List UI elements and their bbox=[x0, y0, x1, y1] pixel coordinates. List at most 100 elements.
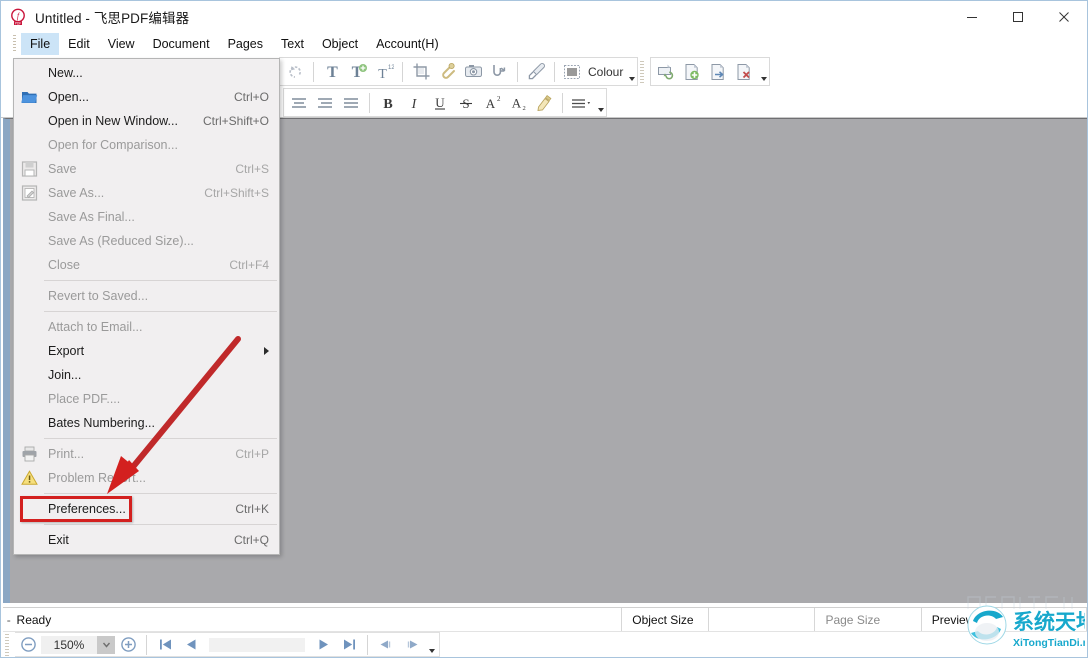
zoom-and-navigation-group: 150% bbox=[15, 632, 440, 657]
menu-item-label: New... bbox=[48, 66, 83, 80]
bottom-separator bbox=[367, 634, 368, 655]
close-button[interactable] bbox=[1041, 1, 1087, 32]
menu-document[interactable]: Document bbox=[144, 33, 219, 55]
page-extract-icon[interactable] bbox=[705, 59, 731, 84]
menu-item-label: Close bbox=[48, 258, 80, 272]
page-group-dropdown-caret[interactable] bbox=[761, 77, 768, 81]
subscript-icon[interactable]: A2 bbox=[505, 90, 531, 115]
menu-item-shortcut: Ctrl+P bbox=[235, 447, 269, 461]
menu-separator bbox=[16, 438, 277, 439]
menu-item-open-for-comparison: Open for Comparison... bbox=[14, 133, 279, 157]
zoom-in-icon[interactable] bbox=[115, 634, 141, 656]
toolbar-separator bbox=[517, 61, 518, 82]
menu-item-export[interactable]: Export bbox=[14, 339, 279, 363]
last-page-icon[interactable] bbox=[336, 634, 362, 656]
colour-swatch-icon[interactable] bbox=[560, 59, 586, 84]
statusbar-spacer bbox=[990, 608, 1087, 631]
menubar-grip[interactable] bbox=[13, 35, 16, 53]
page-number-input[interactable] bbox=[209, 637, 305, 652]
menu-separator bbox=[16, 493, 277, 494]
menu-object[interactable]: Object bbox=[313, 33, 367, 55]
menu-account[interactable]: Account(H) bbox=[367, 33, 448, 55]
colour-label: Colour bbox=[588, 64, 624, 79]
menu-item-shortcut: Ctrl+Shift+O bbox=[202, 114, 269, 128]
toolbar-main-group: T T T123 bbox=[279, 57, 639, 86]
bottom-toolbar-grip[interactable] bbox=[5, 633, 9, 656]
menu-edit[interactable]: Edit bbox=[59, 33, 99, 55]
menu-item-label: Open for Comparison... bbox=[48, 138, 178, 152]
menu-view[interactable]: View bbox=[99, 33, 144, 55]
text-tool-icon[interactable]: T bbox=[319, 59, 345, 84]
highlight-pen-icon[interactable] bbox=[531, 90, 557, 115]
first-page-icon[interactable] bbox=[152, 634, 178, 656]
italic-icon[interactable]: I bbox=[401, 90, 427, 115]
menu-item-label: Save As Final... bbox=[48, 210, 135, 224]
svg-text:T: T bbox=[327, 64, 338, 81]
align-justify-icon[interactable] bbox=[338, 90, 364, 115]
menu-item-label: Save As... bbox=[48, 186, 105, 200]
crop-icon[interactable] bbox=[408, 59, 434, 84]
menu-item-label: Place PDF.... bbox=[48, 392, 121, 406]
zoom-dropdown-button[interactable] bbox=[97, 635, 115, 654]
bold-icon[interactable]: B bbox=[375, 90, 401, 115]
text-number-icon[interactable]: T123 bbox=[371, 59, 397, 84]
format-group-dropdown-caret[interactable] bbox=[598, 108, 604, 112]
page-refresh-icon[interactable] bbox=[653, 59, 679, 84]
menu-item-preferences[interactable]: Preferences... Ctrl+K bbox=[14, 497, 279, 521]
menu-pages[interactable]: Pages bbox=[219, 33, 272, 55]
svg-text:T: T bbox=[378, 67, 387, 81]
menu-text[interactable]: Text bbox=[272, 33, 313, 55]
preview-label: Preview bbox=[920, 608, 991, 631]
eyedropper-icon[interactable] bbox=[523, 59, 549, 84]
menu-item-open-in-new-window[interactable]: Open in New Window... Ctrl+Shift+O bbox=[14, 109, 279, 133]
line-spacing-icon[interactable] bbox=[568, 90, 594, 115]
menu-item-shortcut: Ctrl+S bbox=[235, 162, 269, 176]
bottom-overflow-caret[interactable] bbox=[429, 649, 435, 653]
menu-item-shortcut: Ctrl+Q bbox=[233, 533, 269, 547]
save-as-icon bbox=[21, 185, 38, 202]
page-add-icon[interactable] bbox=[679, 59, 705, 84]
page-delete-icon[interactable] bbox=[731, 59, 757, 84]
menu-item-shortcut: Ctrl+K bbox=[235, 502, 269, 516]
menu-item-label: Print... bbox=[48, 447, 85, 461]
maximize-button[interactable] bbox=[995, 1, 1041, 32]
menu-item-label: Attach to Email... bbox=[48, 320, 143, 334]
zoom-level-value[interactable]: 150% bbox=[41, 635, 97, 654]
text-edit-icon[interactable]: T bbox=[345, 59, 371, 84]
strikethrough-icon[interactable]: S bbox=[453, 90, 479, 115]
save-disk-icon bbox=[21, 161, 38, 178]
undo-icon[interactable] bbox=[282, 59, 308, 84]
menu-bar: File Edit View Document Pages Text Objec… bbox=[1, 32, 1087, 56]
svg-text:A: A bbox=[512, 95, 522, 110]
statusbar-handle[interactable]: - bbox=[3, 613, 15, 627]
menu-item-exit[interactable]: Exit Ctrl+Q bbox=[14, 528, 279, 552]
align-left-icon[interactable] bbox=[286, 90, 312, 115]
minimize-button[interactable] bbox=[949, 1, 995, 32]
zoom-out-icon[interactable] bbox=[15, 634, 41, 656]
toolbar-grip-right[interactable] bbox=[640, 60, 645, 83]
menu-file[interactable]: File bbox=[21, 33, 60, 55]
colour-dropdown-caret[interactable] bbox=[629, 77, 636, 81]
menu-item-bates-numbering[interactable]: Bates Numbering... bbox=[14, 411, 279, 435]
menu-separator bbox=[16, 311, 277, 312]
superscript-icon[interactable]: A2 bbox=[479, 90, 505, 115]
menu-item-open[interactable]: Open... Ctrl+O bbox=[14, 85, 279, 109]
menu-separator bbox=[16, 524, 277, 525]
svg-text:I: I bbox=[411, 97, 418, 112]
attachment-icon[interactable] bbox=[434, 59, 460, 84]
underline-icon[interactable]: U bbox=[427, 90, 453, 115]
back-view-icon[interactable] bbox=[373, 634, 399, 656]
align-center-icon[interactable] bbox=[312, 90, 338, 115]
object-size-label: Object Size bbox=[621, 608, 708, 631]
window-controls bbox=[949, 1, 1087, 32]
menu-item-revert-to-saved: Revert to Saved... bbox=[14, 284, 279, 308]
stamp-icon[interactable] bbox=[486, 59, 512, 84]
menu-item-close: Close Ctrl+F4 bbox=[14, 253, 279, 277]
prev-page-icon[interactable] bbox=[178, 634, 204, 656]
application-window: f PDF Untitled - 飞思PDF编辑器 File Edit View… bbox=[0, 0, 1088, 658]
camera-icon[interactable] bbox=[460, 59, 486, 84]
menu-item-join[interactable]: Join... bbox=[14, 363, 279, 387]
forward-view-icon[interactable] bbox=[399, 634, 425, 656]
menu-item-new[interactable]: New... bbox=[14, 61, 279, 85]
next-page-icon[interactable] bbox=[310, 634, 336, 656]
